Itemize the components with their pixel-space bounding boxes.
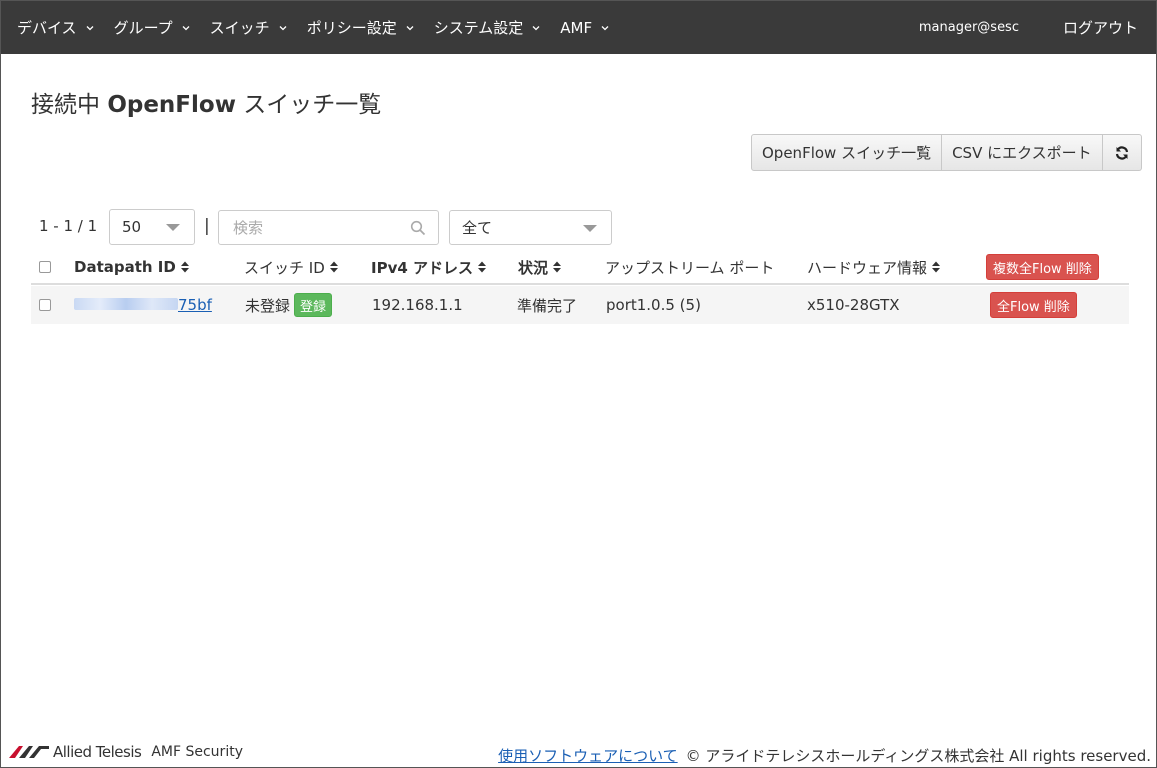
cell-switch-id: 未登録 登録 [245,286,333,324]
chevron-down-icon [182,25,190,30]
bulk-delete-all-flow-button[interactable]: 複数全Flow 削除 [986,254,1099,280]
switch-id-value: 未登録 [245,296,291,315]
search-input[interactable] [231,211,411,244]
sort-icon [553,261,562,273]
nav-item-groups[interactable]: グループ [104,1,200,54]
nav-item-label: グループ [113,19,173,37]
cell-hardware: x510-28GTX [807,296,900,314]
header-label: スイッチ ID [244,258,325,277]
cell-delete: 全Flow 削除 [990,286,1077,324]
footer-product: AMF Security [151,744,243,760]
about-software-link[interactable]: 使用ソフトウェアについて [498,747,678,765]
filter-separator: | [204,216,210,236]
sort-icon [180,261,189,273]
chevron-down-icon [86,25,94,30]
header-upstream-port: アップストリーム ポート [605,251,774,283]
table-header: Datapath ID スイッチ ID IPv4 アドレス 状況 アップストリー… [31,251,1129,285]
status-filter-select[interactable]: 全て [449,210,612,245]
search-box [218,210,439,245]
header-datapath-id[interactable]: Datapath ID [74,251,190,283]
csv-export-button[interactable]: CSV にエクスポート [942,134,1103,171]
cell-upstream-port: port1.0.5 (5) [606,296,701,314]
table-row: 75bf 未登録 登録 192.168.1.1 準備完了 port1.0.5 (… [31,286,1129,324]
nav-item-label: AMF [560,18,593,37]
nav-item-amf[interactable]: AMF [550,1,619,54]
cell-status: 準備完了 [517,296,578,315]
footer-copyright-area: 使用ソフトウェアについて © アライドテレシスホールディングス株式会社 All r… [498,745,1151,766]
status-filter-value: 全て [462,219,493,237]
header-label: IPv4 アドレス [371,258,474,277]
datapath-id-link[interactable]: 75bf [74,296,212,314]
header-hardware[interactable]: ハードウェア情報 [807,251,941,283]
footer-logo: Allied Telesis AMF Security [9,743,243,761]
per-page-select[interactable]: 50 [109,209,195,245]
caret-down-icon [166,224,180,231]
per-page-value: 50 [122,218,142,236]
redacted-text [74,298,178,310]
nav-item-policy[interactable]: ポリシー設定 [297,1,424,54]
allied-telesis-logo-icon [9,746,49,758]
logout-link[interactable]: ログアウト [1063,17,1138,38]
caret-down-icon [583,225,597,232]
sort-icon [478,261,487,273]
nav-item-label: システム設定 [433,19,524,37]
header-bulk-delete: 複数全Flow 削除 [986,251,1099,283]
nav-item-label: ポリシー設定 [306,19,397,37]
page-title-prefix: 接続中 [31,92,108,118]
top-navbar: デバイス グループ スイッチ ポリシー設定 システム設定 AMF manager… [1,1,1156,54]
sort-icon [932,261,941,273]
chevron-down-icon [601,25,609,30]
nav-item-system[interactable]: システム設定 [424,1,551,54]
delete-all-flow-button[interactable]: 全Flow 削除 [990,292,1077,318]
nav-item-switches[interactable]: スイッチ [200,1,297,54]
page-title-bold: OpenFlow [107,92,236,118]
header-switch-id[interactable]: スイッチ ID [244,251,339,283]
header-status[interactable]: 状況 [518,251,562,283]
footer-copyright: © アライドテレシスホールディングス株式会社 All rights reserv… [685,747,1151,765]
chevron-down-icon [279,25,287,30]
page-title-suffix: スイッチ一覧 [235,92,382,118]
current-user: manager@sesc [918,20,1019,35]
nav-item-label: デバイス [17,19,77,37]
refresh-icon [1115,145,1128,160]
chevron-down-icon [532,25,540,30]
pagination-range: 1 - 1 / 1 [39,217,98,235]
header-label: ハードウェア情報 [807,258,928,277]
chevron-down-icon [406,25,414,30]
sort-icon [329,261,338,273]
datapath-id-suffix: 75bf [178,296,212,314]
row-checkbox[interactable] [39,299,51,311]
select-all-cell [39,251,51,283]
toolbar-button-group: OpenFlow スイッチ一覧 CSV にエクスポート [751,134,1142,171]
nav-item-devices[interactable]: デバイス [7,1,104,54]
register-button[interactable]: 登録 [294,293,333,317]
header-label: アップストリーム ポート [605,258,775,277]
select-all-checkbox[interactable] [39,261,51,273]
footer-brand: Allied Telesis [53,743,142,761]
nav-item-label: スイッチ [209,19,270,37]
page-title: 接続中 OpenFlow スイッチ一覧 [31,85,381,119]
header-label: Datapath ID [74,258,176,276]
switch-list-button[interactable]: OpenFlow スイッチ一覧 [751,134,943,171]
row-select-cell [39,286,51,324]
refresh-button[interactable] [1102,134,1142,171]
cell-datapath-id: 75bf [74,286,212,324]
search-icon [410,220,426,236]
cell-ipv4: 192.168.1.1 [372,296,463,314]
header-ipv4[interactable]: IPv4 アドレス [371,251,487,283]
header-label: 状況 [518,258,549,277]
